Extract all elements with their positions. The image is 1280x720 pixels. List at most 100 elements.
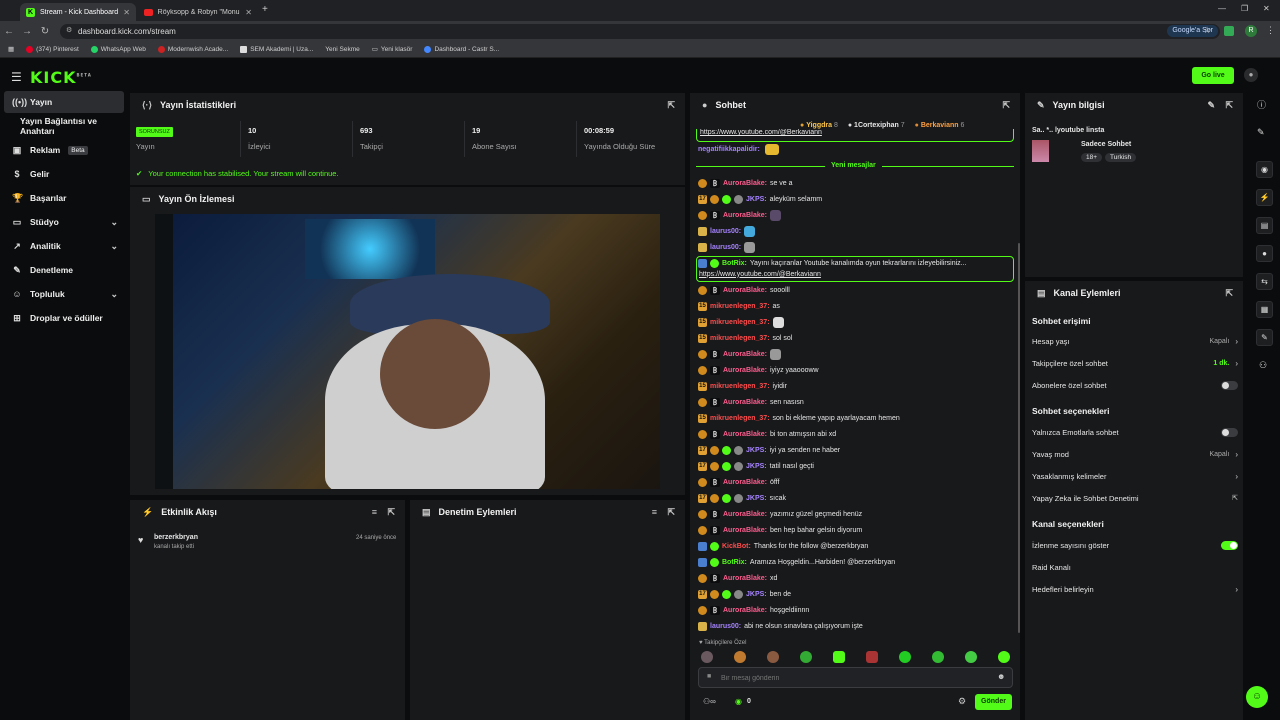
- sidebar-item-basarilar[interactable]: 🏆 Başarılar: [4, 187, 124, 209]
- minimize-icon[interactable]: —: [1218, 4, 1226, 13]
- maximize-icon[interactable]: ❐: [1241, 4, 1248, 13]
- url-input[interactable]: dashboard.kick.com/stream: [60, 24, 1220, 39]
- sidebar-item-studyo[interactable]: ▭ Stüdyo ⌄: [4, 211, 124, 233]
- sidebar-item-stream-key[interactable]: Yayın Bağlantısı ve Anahtarı: [4, 115, 124, 137]
- filter-icon[interactable]: ≡: [372, 507, 377, 517]
- popout-icon[interactable]: ⇱: [667, 100, 675, 111]
- chat-message-link[interactable]: https://www.youtube.com/@Berkaviann: [699, 268, 1017, 280]
- bookmark-whatsapp[interactable]: WhatsApp Web: [90, 45, 146, 53]
- close-tab-icon[interactable]: ✕: [123, 8, 130, 17]
- top-chatter[interactable]: ● 1Cortexiphan 7: [848, 122, 905, 129]
- help-chat-button[interactable]: ☺: [1246, 686, 1268, 708]
- setting-goals[interactable]: Hedefleri belirleyin ›: [1032, 582, 1238, 596]
- bookmark-new-tab[interactable]: Yeni Sekme: [325, 46, 359, 53]
- setting-show-viewcount[interactable]: İzlenme sayısını göster: [1032, 538, 1238, 552]
- filter-icon[interactable]: ≡: [652, 507, 657, 517]
- sidebar-item-droplar[interactable]: ⊞ Droplar ve ödüller: [4, 307, 124, 329]
- sidebar-item-yayin[interactable]: ((•)) Yayın: [4, 91, 124, 113]
- setting-slow-mode[interactable]: Yavaş mod Kapalı ›: [1032, 447, 1238, 461]
- chat-input[interactable]: [721, 672, 981, 684]
- emote-icon[interactable]: [701, 651, 713, 663]
- setting-ai-moderation[interactable]: Yapay Zeka ile Sohbet Denetimi ⇱: [1032, 491, 1238, 505]
- bookmark-pinterest[interactable]: (374) Pinterest: [26, 45, 79, 53]
- go-live-button[interactable]: Go live: [1192, 67, 1234, 84]
- rail-camera-icon[interactable]: ◉: [1256, 161, 1273, 178]
- sidebar-item-gelir[interactable]: $ Gelir: [4, 163, 124, 185]
- emote-icon[interactable]: [800, 651, 812, 663]
- emote-icon[interactable]: [932, 651, 944, 663]
- bookmark-star-icon[interactable]: ☆: [1203, 25, 1211, 36]
- reload-icon[interactable]: ↻: [36, 26, 54, 37]
- hamburger-menu-icon[interactable]: ☰: [11, 70, 22, 84]
- top-chatter[interactable]: ● Berkaviann 6: [915, 122, 965, 129]
- bookmark-castr[interactable]: Dashboard - Castr S...: [424, 45, 499, 53]
- setting-banned-words[interactable]: Yasaklanmış kelimeler ›: [1032, 469, 1238, 483]
- emote-icon[interactable]: [998, 651, 1010, 663]
- setting-emote-only[interactable]: Yalnızca Emotlarla sohbet: [1032, 425, 1238, 439]
- rail-community-icon[interactable]: ⚇: [1259, 360, 1267, 371]
- site-info-icon[interactable]: ⚙: [66, 26, 72, 34]
- tab-kick-dashboard[interactable]: K Stream - Kick Dashboard ✕: [20, 3, 136, 21]
- pencil-icon[interactable]: ✎: [1257, 127, 1265, 138]
- emoji-picker-icon[interactable]: ☻: [997, 672, 1005, 681]
- viewcount-toggle[interactable]: [1221, 540, 1238, 550]
- new-tab-icon[interactable]: +: [262, 4, 268, 15]
- popout-icon[interactable]: ⇱: [1225, 100, 1233, 111]
- rail-list-icon[interactable]: ▦: [1256, 301, 1273, 318]
- sidebar-item-reklam[interactable]: ▣ Reklam Beta: [4, 139, 124, 161]
- popout-icon[interactable]: ⇱: [1225, 288, 1233, 299]
- chat-settings-icon[interactable]: ⚙: [958, 696, 966, 707]
- bookmark-modernwish[interactable]: Modernwish Acade...: [157, 45, 228, 53]
- send-button[interactable]: Gönder: [975, 694, 1012, 710]
- close-window-icon[interactable]: ✕: [1263, 4, 1270, 13]
- subscribers-only-toggle[interactable]: [1221, 380, 1238, 390]
- broadcast-icon: ((•)): [12, 97, 28, 107]
- community-goals-icon[interactable]: ⚇∞: [703, 697, 716, 706]
- profile-avatar[interactable]: R: [1245, 25, 1257, 37]
- setting-account-age[interactable]: Hesap yaşı Kapalı ›: [1032, 334, 1238, 348]
- rail-doc-icon[interactable]: ▤: [1256, 217, 1273, 234]
- setting-subscribers-only[interactable]: Abonelere özel sohbet: [1032, 378, 1238, 392]
- apps-icon[interactable]: ▦: [8, 45, 14, 53]
- top-chatter[interactable]: ● Yiggdra 8: [800, 122, 838, 129]
- setting-raid[interactable]: Raid Kanalı: [1032, 560, 1238, 574]
- kick-logo[interactable]: KICKBETA: [30, 68, 92, 87]
- emote-icon[interactable]: [965, 651, 977, 663]
- menu-dots-icon[interactable]: ⋮: [1266, 25, 1275, 36]
- popout-icon[interactable]: ⇱: [387, 507, 395, 518]
- bookmark-folder[interactable]: ▭ Yeni klasör: [372, 45, 413, 54]
- sidebar-item-denetleme[interactable]: ✎ Denetleme: [4, 259, 124, 281]
- bookmark-sem[interactable]: SEM Akademi | Uza...: [240, 45, 313, 53]
- event-user[interactable]: berzerkbryan: [154, 534, 198, 541]
- emote-icon[interactable]: [899, 651, 911, 663]
- emote-icon[interactable]: [866, 651, 878, 663]
- edit-icon[interactable]: ✎: [1207, 100, 1215, 111]
- emote-icon[interactable]: [767, 651, 779, 663]
- pinned-message[interactable]: https://www.youtube.com/@Berkaviann: [696, 129, 1014, 142]
- back-icon[interactable]: ←: [0, 26, 18, 37]
- rail-bolt-icon[interactable]: ⚡: [1256, 189, 1273, 206]
- video-preview[interactable]: [155, 214, 660, 489]
- extension-icon[interactable]: [1224, 26, 1234, 36]
- emote-icon[interactable]: [734, 651, 746, 663]
- user-avatar[interactable]: ●: [1244, 68, 1258, 82]
- rail-wrench-icon[interactable]: ✎: [1256, 329, 1273, 346]
- popout-icon[interactable]: ⇱: [1002, 100, 1010, 111]
- chat-scrollbar[interactable]: [1018, 243, 1020, 633]
- rail-raid-icon[interactable]: ⇆: [1256, 273, 1273, 290]
- close-tab-icon[interactable]: ✕: [245, 8, 252, 17]
- chat-input-box[interactable]: ■ ☻: [698, 667, 1013, 688]
- popout-icon[interactable]: ⇱: [667, 507, 675, 518]
- rail-chat-icon[interactable]: ●: [1256, 245, 1273, 262]
- category-name[interactable]: Sadece Sohbet: [1081, 141, 1131, 148]
- info-icon[interactable]: ⓘ: [1257, 98, 1266, 111]
- sidebar-item-topluluk[interactable]: ☺ Topluluk ⌄: [4, 283, 124, 305]
- setting-followers-only[interactable]: Takipçilere özel sohbet 1 dk. ›: [1032, 356, 1238, 370]
- actions-header: ▤ Kanal Eylemleri ⇱: [1037, 287, 1233, 299]
- sidebar-item-analitik[interactable]: ↗ Analitik ⌄: [4, 235, 124, 257]
- forward-icon[interactable]: →: [18, 26, 36, 37]
- emote-icon[interactable]: [833, 651, 845, 663]
- tab-youtube[interactable]: Röyksopp & Robyn "Monume ✕: [138, 3, 258, 21]
- emote-only-toggle[interactable]: [1221, 427, 1238, 437]
- chat-username[interactable]: negatifiikkapalidir:: [698, 146, 760, 153]
